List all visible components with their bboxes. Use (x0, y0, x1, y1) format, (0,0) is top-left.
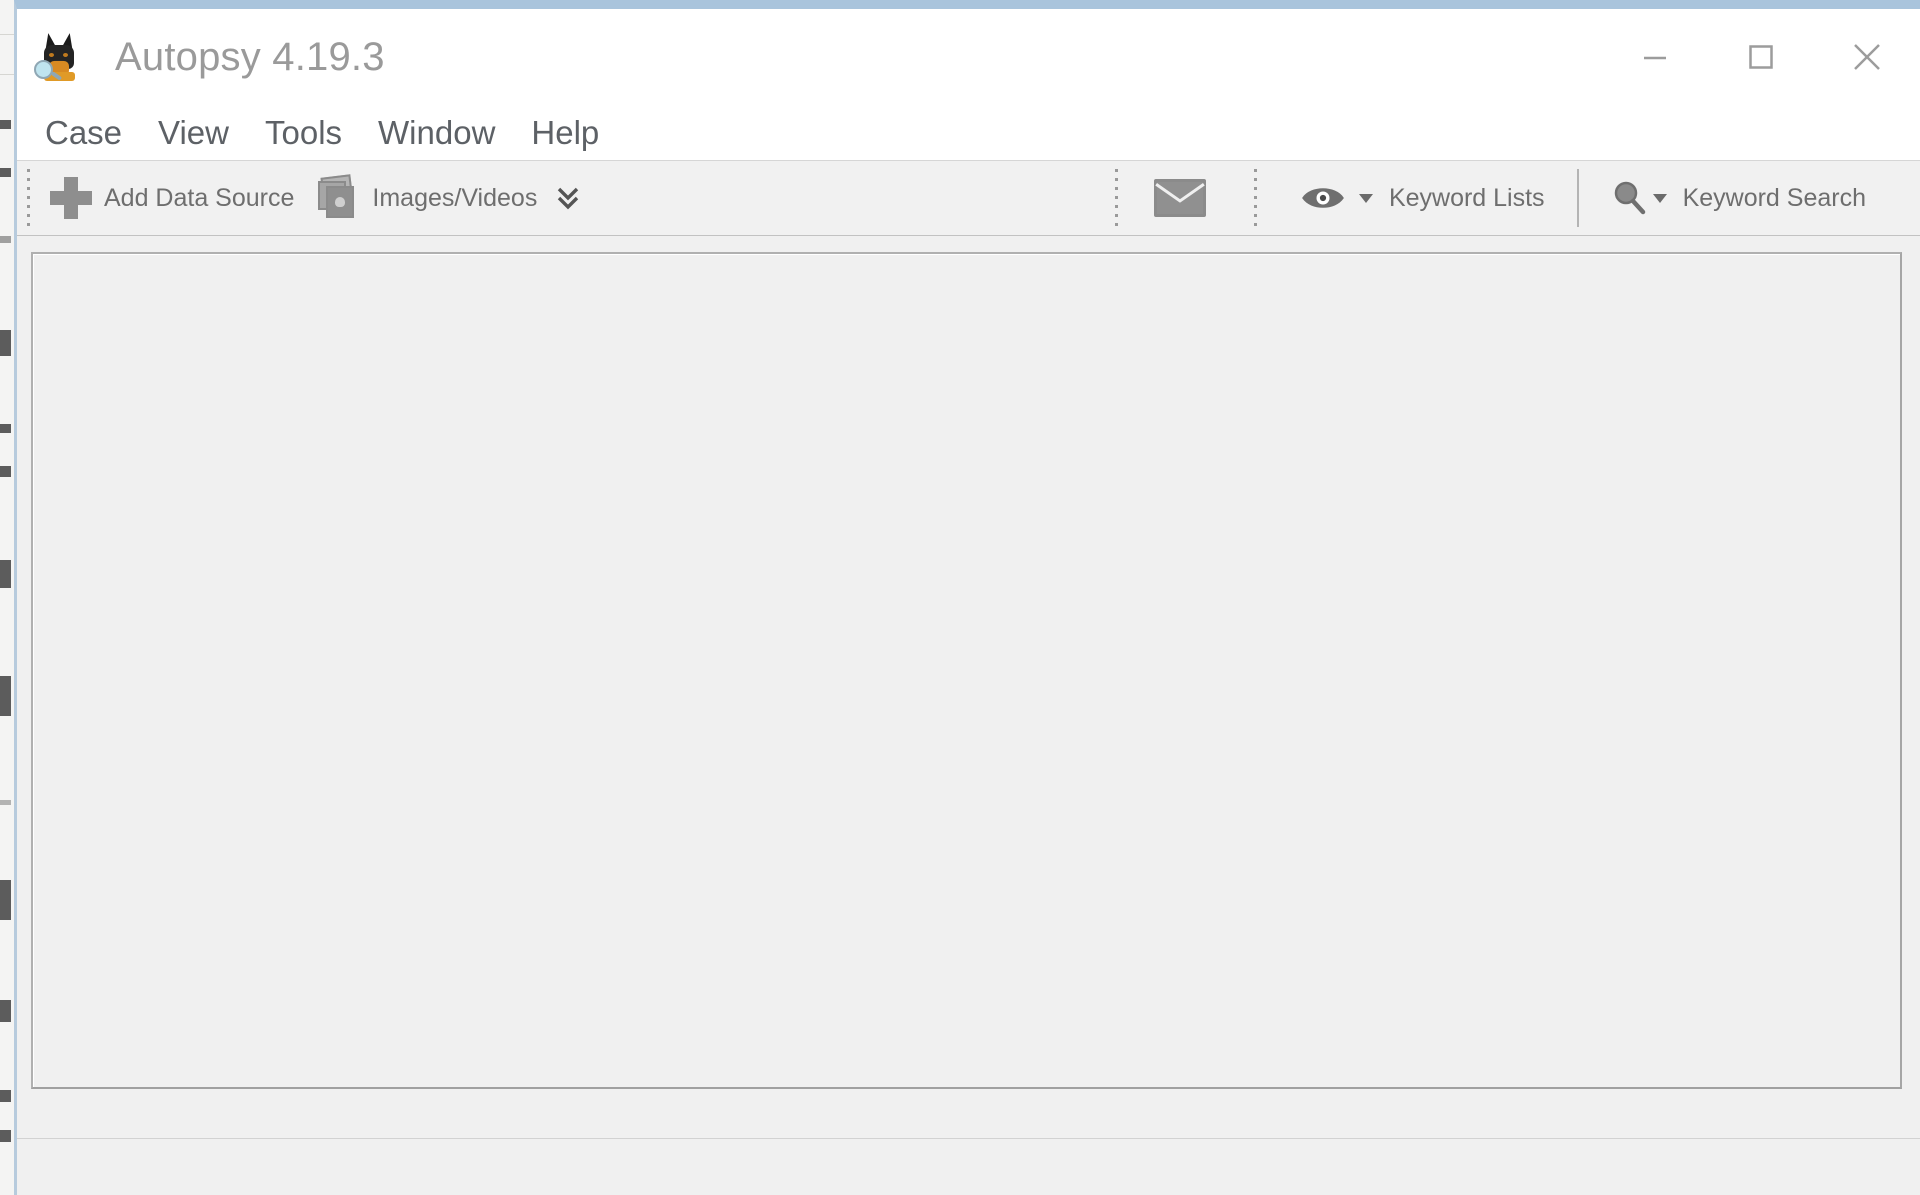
keyword-search-label: Keyword Search (1682, 183, 1866, 212)
images-videos-button[interactable]: Images/Videos (304, 167, 591, 229)
add-data-source-label: Add Data Source (104, 183, 295, 212)
toolbar-separator (1576, 169, 1579, 227)
desktop-background: Autopsy 4.19.3 Case View Tools Window He… (0, 0, 1920, 1195)
toolbar-grip-handle[interactable] (27, 169, 30, 227)
window-controls (1602, 9, 1920, 105)
double-chevron-down-icon[interactable] (555, 183, 581, 213)
toolbar-grip-handle-keyword[interactable] (1253, 169, 1257, 227)
plus-icon (50, 177, 92, 219)
toolbar-grip-handle-communications[interactable] (1114, 169, 1118, 227)
status-bar (17, 1138, 1920, 1195)
menu-item-tools[interactable]: Tools (247, 116, 360, 149)
caret-down-icon[interactable] (1357, 190, 1375, 206)
content-region (17, 236, 1920, 1195)
autopsy-doberman-magnifier-icon (31, 29, 87, 85)
minimize-icon (1644, 56, 1666, 60)
images-videos-icon (314, 174, 360, 220)
menu-item-view[interactable]: View (140, 116, 247, 149)
communications-button[interactable] (1128, 167, 1244, 229)
keyword-lists-label: Keyword Lists (1388, 183, 1545, 212)
close-icon (1854, 44, 1880, 70)
eye-icon (1302, 188, 1344, 208)
maximize-button[interactable] (1708, 9, 1814, 105)
keyword-search-button[interactable]: Keyword Search (1601, 167, 1876, 229)
magnifier-icon (1614, 181, 1645, 215)
caret-down-icon[interactable] (1651, 190, 1669, 206)
main-workspace-panel[interactable] (31, 252, 1902, 1089)
autopsy-main-window: Autopsy 4.19.3 Case View Tools Window He… (14, 0, 1920, 1195)
menu-item-case[interactable]: Case (27, 116, 140, 149)
menu-item-window[interactable]: Window (360, 116, 513, 149)
title-bar[interactable]: Autopsy 4.19.3 (17, 9, 1920, 105)
maximize-icon (1749, 45, 1773, 69)
close-button[interactable] (1814, 9, 1920, 105)
keyword-lists-button[interactable]: Keyword Lists (1291, 167, 1555, 229)
menu-item-help[interactable]: Help (513, 116, 617, 149)
images-videos-label: Images/Videos (372, 183, 538, 212)
main-toolbar: Add Data Source Images/Videos Keyword Li… (17, 161, 1920, 236)
window-title: Autopsy 4.19.3 (115, 34, 385, 79)
minimize-button[interactable] (1602, 9, 1708, 105)
add-data-source-button[interactable]: Add Data Source (40, 167, 304, 229)
envelope-icon (1153, 179, 1206, 217)
menu-bar: Case View Tools Window Help (17, 105, 1920, 161)
